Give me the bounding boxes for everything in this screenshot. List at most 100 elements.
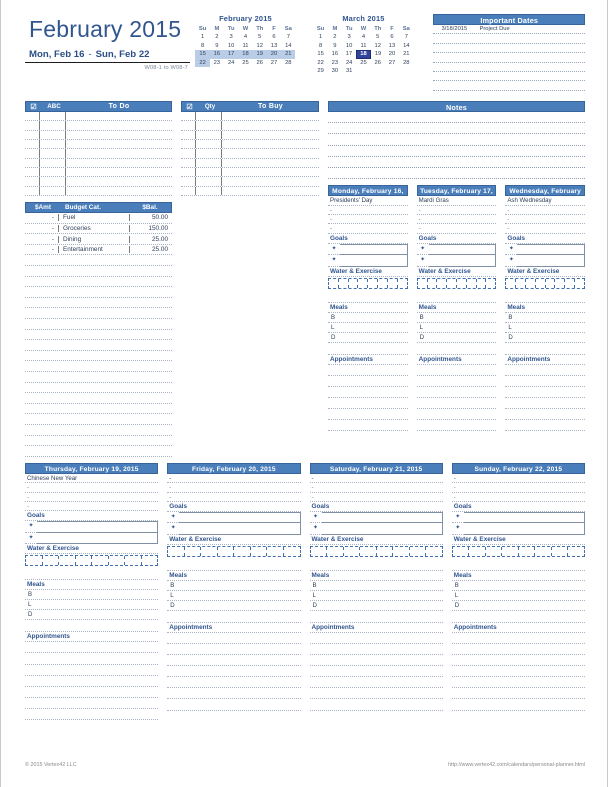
calendar-day-23[interactable]: 23 bbox=[328, 59, 342, 68]
table-row[interactable] bbox=[25, 266, 172, 277]
meal-row[interactable]: D bbox=[505, 333, 586, 343]
goal-input[interactable] bbox=[428, 255, 497, 267]
calendar-day-20[interactable]: 20 bbox=[385, 50, 399, 59]
calendar-day-15[interactable]: 15 bbox=[195, 50, 210, 59]
appointment-row[interactable] bbox=[328, 387, 408, 398]
water-checkbox[interactable] bbox=[555, 278, 566, 288]
list-item[interactable] bbox=[25, 140, 172, 150]
table-row[interactable] bbox=[25, 298, 172, 309]
appointment-row[interactable] bbox=[167, 677, 301, 689]
appointment-row[interactable] bbox=[328, 409, 408, 421]
appointment-row[interactable] bbox=[416, 420, 497, 432]
row-text[interactable] bbox=[222, 112, 319, 120]
appointment-row[interactable] bbox=[328, 376, 408, 387]
row-checkbox[interactable] bbox=[181, 186, 196, 196]
meal-row[interactable]: B bbox=[328, 313, 408, 323]
list-item[interactable] bbox=[25, 130, 172, 141]
notes-line[interactable] bbox=[328, 146, 585, 157]
day-task-row[interactable]: - bbox=[25, 493, 159, 502]
table-row[interactable]: - Entertainment 25.00 bbox=[25, 245, 172, 256]
meal-row[interactable]: D bbox=[451, 601, 585, 611]
goal-input[interactable] bbox=[428, 243, 497, 256]
water-checkbox-row[interactable] bbox=[309, 545, 443, 557]
goal-row[interactable]: ✦ bbox=[328, 255, 408, 267]
appointment-row[interactable] bbox=[309, 655, 443, 667]
budget-category[interactable]: Dining bbox=[59, 235, 130, 243]
meal-row[interactable]: L bbox=[309, 591, 443, 601]
water-checkbox[interactable] bbox=[368, 278, 379, 288]
row-text[interactable] bbox=[222, 140, 319, 148]
row-tag[interactable] bbox=[40, 112, 66, 121]
water-checkbox[interactable] bbox=[388, 278, 398, 288]
row-tag[interactable] bbox=[40, 168, 66, 177]
goal-input[interactable] bbox=[463, 523, 585, 535]
meal-notes-input[interactable] bbox=[25, 620, 159, 633]
row-tag[interactable] bbox=[40, 130, 66, 140]
water-checkbox[interactable] bbox=[426, 547, 442, 556]
water-checkbox[interactable] bbox=[125, 556, 142, 566]
calendar-day-30[interactable]: 30 bbox=[328, 67, 342, 76]
calendar-day-13[interactable]: 13 bbox=[385, 42, 399, 51]
table-row[interactable] bbox=[25, 404, 172, 415]
appointment-row[interactable] bbox=[416, 409, 497, 421]
calendar-day-26[interactable]: 26 bbox=[253, 59, 267, 68]
water-checkbox[interactable] bbox=[457, 278, 467, 288]
goal-row[interactable]: ✦ bbox=[167, 511, 301, 524]
important-date-row[interactable] bbox=[433, 44, 585, 54]
appointment-row[interactable] bbox=[309, 633, 443, 645]
row-text[interactable] bbox=[66, 131, 172, 139]
calendar-day-9[interactable]: 9 bbox=[210, 42, 224, 51]
appointment-row[interactable] bbox=[309, 677, 443, 689]
appointment-row[interactable] bbox=[451, 688, 585, 700]
calendar-day-18[interactable]: 18 bbox=[355, 49, 372, 59]
water-checkbox[interactable] bbox=[234, 546, 251, 556]
goal-row[interactable]: ✦ bbox=[505, 243, 586, 256]
day-task-row[interactable]: - bbox=[167, 493, 301, 502]
appointment-row[interactable] bbox=[309, 699, 443, 711]
day-task-row[interactable]: - bbox=[505, 215, 586, 225]
important-date-row[interactable] bbox=[433, 81, 585, 91]
row-text[interactable] bbox=[222, 149, 319, 157]
water-checkbox[interactable] bbox=[393, 546, 410, 556]
meal-row[interactable]: B bbox=[309, 581, 443, 591]
calendar-day-25[interactable]: 25 bbox=[238, 59, 252, 68]
row-tag[interactable] bbox=[40, 121, 66, 130]
water-checkbox[interactable] bbox=[469, 546, 486, 556]
budget-category[interactable]: Groceries bbox=[59, 224, 130, 232]
water-checkbox[interactable] bbox=[506, 278, 517, 288]
water-checkbox[interactable] bbox=[437, 278, 448, 288]
calendar-day-10[interactable]: 10 bbox=[342, 42, 356, 51]
appointment-row[interactable] bbox=[25, 653, 159, 665]
calendar-day-6[interactable]: 6 bbox=[385, 33, 399, 42]
row-text[interactable] bbox=[66, 177, 172, 185]
meal-row[interactable]: L bbox=[25, 600, 159, 611]
water-checkbox[interactable] bbox=[565, 278, 576, 288]
water-checkbox[interactable] bbox=[447, 278, 457, 288]
meal-row[interactable]: B bbox=[25, 590, 159, 601]
calendar-day-18[interactable]: 18 bbox=[238, 50, 253, 59]
calendar-day-4[interactable]: 4 bbox=[356, 33, 370, 42]
table-row[interactable]: - Groceries 150.00 bbox=[25, 224, 172, 235]
calendar-day-12[interactable]: 12 bbox=[253, 42, 267, 51]
goal-input[interactable] bbox=[517, 243, 586, 256]
budget-amt[interactable]: - bbox=[25, 235, 59, 243]
table-row[interactable] bbox=[25, 436, 172, 447]
row-tag[interactable] bbox=[196, 168, 222, 177]
budget-amt[interactable]: - bbox=[25, 246, 59, 254]
appointment-row[interactable] bbox=[416, 387, 497, 398]
calendar-day-22[interactable]: 22 bbox=[313, 59, 327, 68]
water-checkbox[interactable] bbox=[201, 546, 218, 556]
calendar-day-10[interactable]: 10 bbox=[224, 42, 238, 51]
calendar-day-11[interactable]: 11 bbox=[238, 42, 252, 51]
row-tag[interactable] bbox=[40, 186, 66, 196]
water-checkbox[interactable] bbox=[398, 279, 407, 288]
important-date-row[interactable] bbox=[433, 34, 585, 44]
table-row[interactable] bbox=[25, 308, 172, 320]
appointment-row[interactable] bbox=[505, 398, 586, 410]
calendar-day-9[interactable]: 9 bbox=[328, 42, 342, 51]
appointment-row[interactable] bbox=[309, 644, 443, 656]
calendar-day-2[interactable]: 2 bbox=[210, 33, 224, 42]
row-checkbox[interactable] bbox=[25, 149, 40, 158]
row-text[interactable] bbox=[66, 140, 172, 148]
calendar-day-21[interactable]: 21 bbox=[281, 50, 296, 59]
